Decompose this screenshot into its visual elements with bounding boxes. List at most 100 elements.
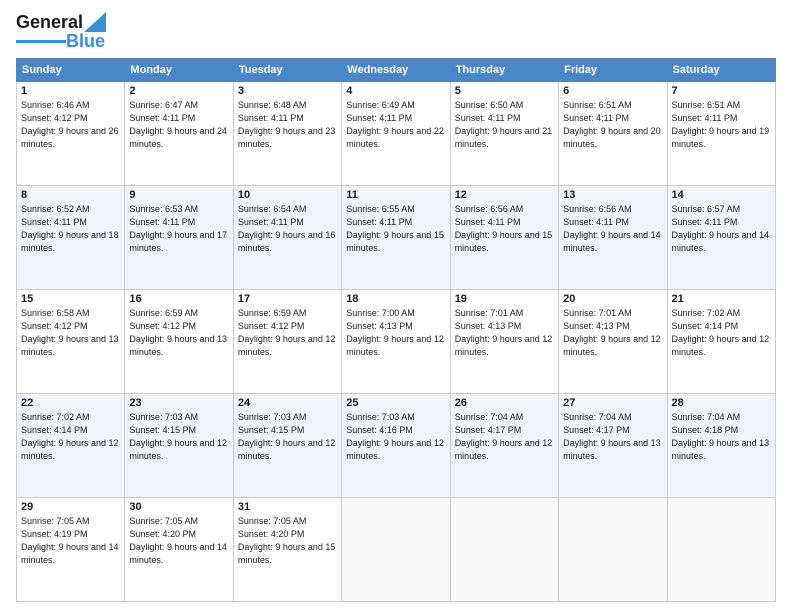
day-number: 8: [21, 189, 120, 201]
day-number: 13: [563, 189, 662, 201]
day-info: Sunrise: 6:59 AMSunset: 4:12 PMDaylight:…: [238, 308, 336, 357]
calendar-cell: 15 Sunrise: 6:58 AMSunset: 4:12 PMDaylig…: [17, 290, 125, 394]
day-header-monday: Monday: [125, 59, 233, 82]
logo: General Blue: [16, 12, 106, 52]
day-info: Sunrise: 7:04 AMSunset: 4:17 PMDaylight:…: [455, 412, 553, 461]
day-header-friday: Friday: [559, 59, 667, 82]
day-number: 6: [563, 85, 662, 97]
calendar-table: SundayMondayTuesdayWednesdayThursdayFrid…: [16, 58, 776, 602]
day-number: 25: [346, 397, 445, 409]
day-number: 9: [129, 189, 228, 201]
page-container: General Blue SundayMondayTuesdayWednesda…: [0, 0, 792, 612]
calendar-cell: 27 Sunrise: 7:04 AMSunset: 4:17 PMDaylig…: [559, 394, 667, 498]
calendar-week-row: 22 Sunrise: 7:02 AMSunset: 4:14 PMDaylig…: [17, 394, 776, 498]
day-info: Sunrise: 7:00 AMSunset: 4:13 PMDaylight:…: [346, 308, 444, 357]
day-info: Sunrise: 6:46 AMSunset: 4:12 PMDaylight:…: [21, 100, 119, 149]
calendar-cell: 25 Sunrise: 7:03 AMSunset: 4:16 PMDaylig…: [342, 394, 450, 498]
calendar-week-row: 15 Sunrise: 6:58 AMSunset: 4:12 PMDaylig…: [17, 290, 776, 394]
day-info: Sunrise: 6:52 AMSunset: 4:11 PMDaylight:…: [21, 204, 119, 253]
day-info: Sunrise: 6:56 AMSunset: 4:11 PMDaylight:…: [563, 204, 661, 253]
day-info: Sunrise: 7:01 AMSunset: 4:13 PMDaylight:…: [563, 308, 661, 357]
day-header-thursday: Thursday: [450, 59, 558, 82]
day-number: 29: [21, 501, 120, 513]
day-number: 12: [455, 189, 554, 201]
day-number: 20: [563, 293, 662, 305]
calendar-cell: 26 Sunrise: 7:04 AMSunset: 4:17 PMDaylig…: [450, 394, 558, 498]
day-info: Sunrise: 7:04 AMSunset: 4:18 PMDaylight:…: [672, 412, 770, 461]
day-info: Sunrise: 7:02 AMSunset: 4:14 PMDaylight:…: [672, 308, 770, 357]
day-info: Sunrise: 7:01 AMSunset: 4:13 PMDaylight:…: [455, 308, 553, 357]
calendar-cell: 7 Sunrise: 6:51 AMSunset: 4:11 PMDayligh…: [667, 82, 775, 186]
day-info: Sunrise: 6:54 AMSunset: 4:11 PMDaylight:…: [238, 204, 336, 253]
calendar-cell: 17 Sunrise: 6:59 AMSunset: 4:12 PMDaylig…: [233, 290, 341, 394]
day-number: 18: [346, 293, 445, 305]
calendar-cell: 28 Sunrise: 7:04 AMSunset: 4:18 PMDaylig…: [667, 394, 775, 498]
day-number: 27: [563, 397, 662, 409]
day-header-tuesday: Tuesday: [233, 59, 341, 82]
logo-text: General: [16, 12, 83, 33]
calendar-cell: 31 Sunrise: 7:05 AMSunset: 4:20 PMDaylig…: [233, 498, 341, 602]
calendar-cell: [342, 498, 450, 602]
calendar-cell: 16 Sunrise: 6:59 AMSunset: 4:12 PMDaylig…: [125, 290, 233, 394]
day-number: 28: [672, 397, 771, 409]
day-number: 23: [129, 397, 228, 409]
day-header-saturday: Saturday: [667, 59, 775, 82]
day-number: 26: [455, 397, 554, 409]
calendar-cell: 10 Sunrise: 6:54 AMSunset: 4:11 PMDaylig…: [233, 186, 341, 290]
calendar-header-row: SundayMondayTuesdayWednesdayThursdayFrid…: [17, 59, 776, 82]
day-info: Sunrise: 6:51 AMSunset: 4:11 PMDaylight:…: [672, 100, 770, 149]
day-number: 1: [21, 85, 120, 97]
day-info: Sunrise: 7:05 AMSunset: 4:20 PMDaylight:…: [129, 516, 227, 565]
day-info: Sunrise: 7:03 AMSunset: 4:16 PMDaylight:…: [346, 412, 444, 461]
calendar-cell: 21 Sunrise: 7:02 AMSunset: 4:14 PMDaylig…: [667, 290, 775, 394]
calendar-cell: 11 Sunrise: 6:55 AMSunset: 4:11 PMDaylig…: [342, 186, 450, 290]
day-info: Sunrise: 7:05 AMSunset: 4:20 PMDaylight:…: [238, 516, 336, 565]
calendar-cell: [450, 498, 558, 602]
logo-blue-text: Blue: [66, 31, 105, 52]
calendar-cell: 5 Sunrise: 6:50 AMSunset: 4:11 PMDayligh…: [450, 82, 558, 186]
day-header-sunday: Sunday: [17, 59, 125, 82]
day-info: Sunrise: 6:59 AMSunset: 4:12 PMDaylight:…: [129, 308, 227, 357]
calendar-cell: 30 Sunrise: 7:05 AMSunset: 4:20 PMDaylig…: [125, 498, 233, 602]
day-number: 2: [129, 85, 228, 97]
day-info: Sunrise: 6:48 AMSunset: 4:11 PMDaylight:…: [238, 100, 336, 149]
calendar-week-row: 29 Sunrise: 7:05 AMSunset: 4:19 PMDaylig…: [17, 498, 776, 602]
calendar-week-row: 1 Sunrise: 6:46 AMSunset: 4:12 PMDayligh…: [17, 82, 776, 186]
day-info: Sunrise: 7:05 AMSunset: 4:19 PMDaylight:…: [21, 516, 119, 565]
day-number: 11: [346, 189, 445, 201]
day-number: 15: [21, 293, 120, 305]
calendar-cell: 23 Sunrise: 7:03 AMSunset: 4:15 PMDaylig…: [125, 394, 233, 498]
calendar-cell: [559, 498, 667, 602]
day-info: Sunrise: 6:50 AMSunset: 4:11 PMDaylight:…: [455, 100, 553, 149]
day-info: Sunrise: 6:53 AMSunset: 4:11 PMDaylight:…: [129, 204, 227, 253]
day-number: 16: [129, 293, 228, 305]
day-header-wednesday: Wednesday: [342, 59, 450, 82]
calendar-cell: 8 Sunrise: 6:52 AMSunset: 4:11 PMDayligh…: [17, 186, 125, 290]
day-info: Sunrise: 7:04 AMSunset: 4:17 PMDaylight:…: [563, 412, 661, 461]
day-number: 14: [672, 189, 771, 201]
day-number: 10: [238, 189, 337, 201]
calendar-cell: 14 Sunrise: 6:57 AMSunset: 4:11 PMDaylig…: [667, 186, 775, 290]
header: General Blue: [16, 12, 776, 52]
calendar-cell: 9 Sunrise: 6:53 AMSunset: 4:11 PMDayligh…: [125, 186, 233, 290]
day-number: 4: [346, 85, 445, 97]
day-info: Sunrise: 6:49 AMSunset: 4:11 PMDaylight:…: [346, 100, 444, 149]
day-info: Sunrise: 6:55 AMSunset: 4:11 PMDaylight:…: [346, 204, 444, 253]
day-number: 7: [672, 85, 771, 97]
day-info: Sunrise: 6:51 AMSunset: 4:11 PMDaylight:…: [563, 100, 661, 149]
day-number: 19: [455, 293, 554, 305]
calendar-cell: 13 Sunrise: 6:56 AMSunset: 4:11 PMDaylig…: [559, 186, 667, 290]
day-number: 3: [238, 85, 337, 97]
day-info: Sunrise: 6:57 AMSunset: 4:11 PMDaylight:…: [672, 204, 770, 253]
day-info: Sunrise: 6:56 AMSunset: 4:11 PMDaylight:…: [455, 204, 553, 253]
logo-arrow-icon: [84, 12, 106, 32]
calendar-cell: 2 Sunrise: 6:47 AMSunset: 4:11 PMDayligh…: [125, 82, 233, 186]
logo-underline: [16, 40, 66, 43]
calendar-cell: 1 Sunrise: 6:46 AMSunset: 4:12 PMDayligh…: [17, 82, 125, 186]
day-number: 5: [455, 85, 554, 97]
calendar-cell: 4 Sunrise: 6:49 AMSunset: 4:11 PMDayligh…: [342, 82, 450, 186]
calendar-cell: 20 Sunrise: 7:01 AMSunset: 4:13 PMDaylig…: [559, 290, 667, 394]
calendar-cell: 29 Sunrise: 7:05 AMSunset: 4:19 PMDaylig…: [17, 498, 125, 602]
calendar-cell: 12 Sunrise: 6:56 AMSunset: 4:11 PMDaylig…: [450, 186, 558, 290]
day-number: 22: [21, 397, 120, 409]
